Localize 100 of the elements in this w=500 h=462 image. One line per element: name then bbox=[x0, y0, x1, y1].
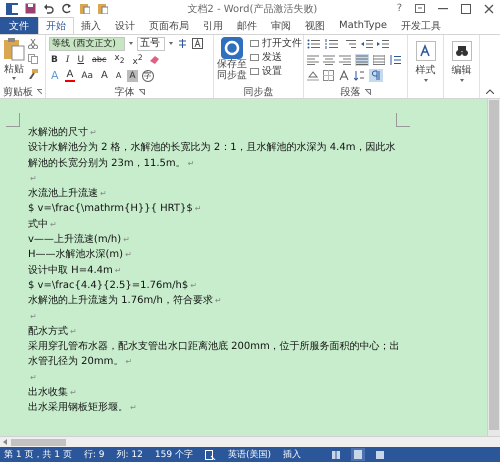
styles-button[interactable]: 样式 bbox=[416, 37, 436, 82]
align-left-icon[interactable] bbox=[307, 54, 319, 64]
format-button[interactable]: A bbox=[127, 70, 138, 82]
collapse-ribbon-icon[interactable] bbox=[486, 89, 494, 94]
align-right-icon[interactable] bbox=[339, 54, 351, 64]
format-button[interactable]: A bbox=[64, 70, 76, 82]
group-label: 段落 bbox=[340, 86, 360, 98]
paragraph: 水解池的尺寸 ↵ bbox=[28, 126, 98, 140]
caret-icon[interactable] bbox=[169, 42, 173, 45]
print-layout-icon[interactable] bbox=[350, 448, 365, 461]
group-label: 剪贴板 bbox=[3, 86, 33, 98]
status-item[interactable]: 英语(美国) bbox=[228, 448, 271, 461]
shading-icon[interactable] bbox=[307, 70, 319, 81]
sync-menu-item[interactable]: 设置 bbox=[250, 66, 302, 77]
eraser-icon[interactable] bbox=[148, 54, 160, 65]
ribbon-tab[interactable]: 插入 bbox=[74, 17, 108, 34]
ribbon-tab[interactable]: 邮件 bbox=[230, 17, 264, 34]
status-item[interactable]: 插入 bbox=[282, 448, 301, 461]
minimize-icon[interactable] bbox=[438, 8, 448, 10]
format-button[interactable]: Aa bbox=[79, 70, 96, 82]
line-spacing-icon[interactable] bbox=[389, 54, 401, 64]
ribbon-tab[interactable]: 文件 bbox=[0, 17, 38, 34]
help-button[interactable]: ? bbox=[396, 3, 402, 14]
ribbon-tab[interactable]: 引用 bbox=[196, 17, 230, 34]
web-layout-icon[interactable] bbox=[374, 450, 385, 460]
format-button[interactable]: A bbox=[114, 70, 124, 82]
status-item[interactable]: 159 个字 bbox=[154, 448, 193, 461]
launcher-icon[interactable] bbox=[37, 88, 42, 94]
ribbon-tab[interactable]: 审阅 bbox=[264, 17, 298, 34]
close-icon[interactable] bbox=[484, 4, 494, 14]
status-item[interactable]: 列: 12 bbox=[116, 448, 143, 461]
format-button[interactable]: 字 bbox=[142, 70, 154, 82]
format-button[interactable]: U bbox=[75, 54, 86, 66]
scrollbar-thumb[interactable] bbox=[11, 438, 66, 446]
caret-icon[interactable] bbox=[129, 42, 133, 45]
copy-icon[interactable] bbox=[28, 54, 38, 64]
app-icon[interactable] bbox=[6, 2, 18, 14]
border-letter-icon[interactable] bbox=[192, 38, 203, 49]
sort-icon[interactable] bbox=[354, 70, 365, 81]
sync-icon bbox=[221, 37, 243, 59]
brush-icon[interactable] bbox=[28, 69, 38, 79]
scissors-icon[interactable] bbox=[28, 39, 38, 49]
window-title: 文档2 - Word(产品激活失败) bbox=[186, 2, 318, 16]
format-button[interactable]: I bbox=[64, 54, 72, 66]
editing-button[interactable]: 编辑 bbox=[452, 37, 472, 82]
font-name-field[interactable]: 等线 (西文正文) bbox=[49, 36, 125, 50]
paragraph: 水流池上升流速 ↵ bbox=[28, 186, 108, 202]
justify-icon[interactable] bbox=[355, 54, 369, 66]
decrease-indent-icon[interactable] bbox=[361, 38, 373, 48]
numbered-list-icon[interactable] bbox=[325, 38, 339, 48]
format-button[interactable]: B bbox=[49, 54, 60, 66]
font-size-field[interactable]: 五号 bbox=[137, 36, 165, 50]
save-to-sync-button[interactable]: 保存至 同步盘 bbox=[217, 37, 247, 85]
format-button[interactable]: A bbox=[99, 70, 110, 82]
undo-icon[interactable] bbox=[43, 3, 54, 14]
launcher-icon[interactable] bbox=[138, 88, 144, 94]
status-item[interactable]: 行: 9 bbox=[84, 448, 105, 461]
sync-menu-item[interactable]: 发送 bbox=[250, 52, 302, 63]
distributed-icon[interactable] bbox=[373, 54, 385, 64]
redo-icon[interactable] bbox=[61, 3, 72, 14]
paragraph: v——上升流速(m/h) ↵ bbox=[28, 232, 131, 248]
format-button[interactable]: x$^{2}$ bbox=[130, 52, 145, 68]
paragraph: 出水采用钢板矩形堰。 ↵ bbox=[28, 400, 138, 416]
borders-icon[interactable] bbox=[323, 70, 334, 81]
paste-button[interactable]: 粘贴 bbox=[3, 37, 25, 85]
read-mode-icon[interactable] bbox=[330, 450, 341, 460]
format-button[interactable]: abc bbox=[90, 54, 108, 66]
paragraph: 设计中取 H=4.4m ↵ bbox=[28, 264, 122, 278]
multilevel-list-icon[interactable] bbox=[343, 38, 357, 48]
ribbon-tab[interactable]: MathType bbox=[332, 17, 394, 34]
paragraph: ↵ bbox=[29, 310, 38, 323]
ribbon-tab[interactable]: 视图 bbox=[298, 17, 332, 34]
scrollbar-thumb[interactable] bbox=[489, 100, 499, 430]
increase-indent-icon[interactable] bbox=[377, 38, 389, 48]
save-icon[interactable] bbox=[25, 3, 36, 14]
paragraph: H——水解池水深(m) ↵ bbox=[28, 248, 133, 262]
bullet-list-icon[interactable] bbox=[307, 38, 321, 48]
clipboard-icon[interactable] bbox=[79, 3, 90, 14]
paragraph: $ v=\frac{\mathrm{H}}{ HRT}$ ↵ bbox=[28, 202, 202, 216]
proofing-icon[interactable] bbox=[204, 450, 216, 460]
ribbon-tab[interactable]: 开始 bbox=[38, 17, 74, 34]
launcher-icon[interactable] bbox=[364, 88, 370, 94]
paragraph-mark-icon[interactable] bbox=[369, 69, 383, 82]
ribbon-tab[interactable]: 页面布局 bbox=[142, 17, 196, 34]
sync-menu-item[interactable]: 打开文件 bbox=[250, 38, 302, 49]
paragraph: ↵ bbox=[29, 172, 38, 185]
paragraph: 采用穿孔管布水器，配水支管出水口距离池底 200mm，位于所服务面积的中心；出水管孔径为 20mm。 ↵ bbox=[28, 340, 400, 370]
align-center-icon[interactable] bbox=[323, 54, 335, 64]
crop-mark bbox=[396, 113, 410, 127]
ribbon-display-icon[interactable] bbox=[415, 4, 425, 13]
ribbon-tab[interactable]: 开发工具 bbox=[394, 17, 448, 34]
clipboard-icon[interactable] bbox=[97, 3, 108, 14]
paragraph: 配水方式 ↵ bbox=[28, 324, 78, 339]
ribbon-tab[interactable]: 设计 bbox=[108, 17, 142, 34]
paragraph: $ v=\frac{4.4}{2.5}=1.76m/h$ ↵ bbox=[28, 278, 198, 293]
format-button[interactable]: x$_{2}$ bbox=[112, 52, 127, 67]
paragraph: 出水收集 ↵ bbox=[28, 386, 78, 400]
status-item[interactable]: 第 1 页，共 1 页 bbox=[4, 448, 72, 461]
paragraph: 水解池的上升流速为 1.76m/h，符合要求 ↵ bbox=[28, 294, 223, 308]
maximize-icon[interactable] bbox=[461, 4, 471, 14]
